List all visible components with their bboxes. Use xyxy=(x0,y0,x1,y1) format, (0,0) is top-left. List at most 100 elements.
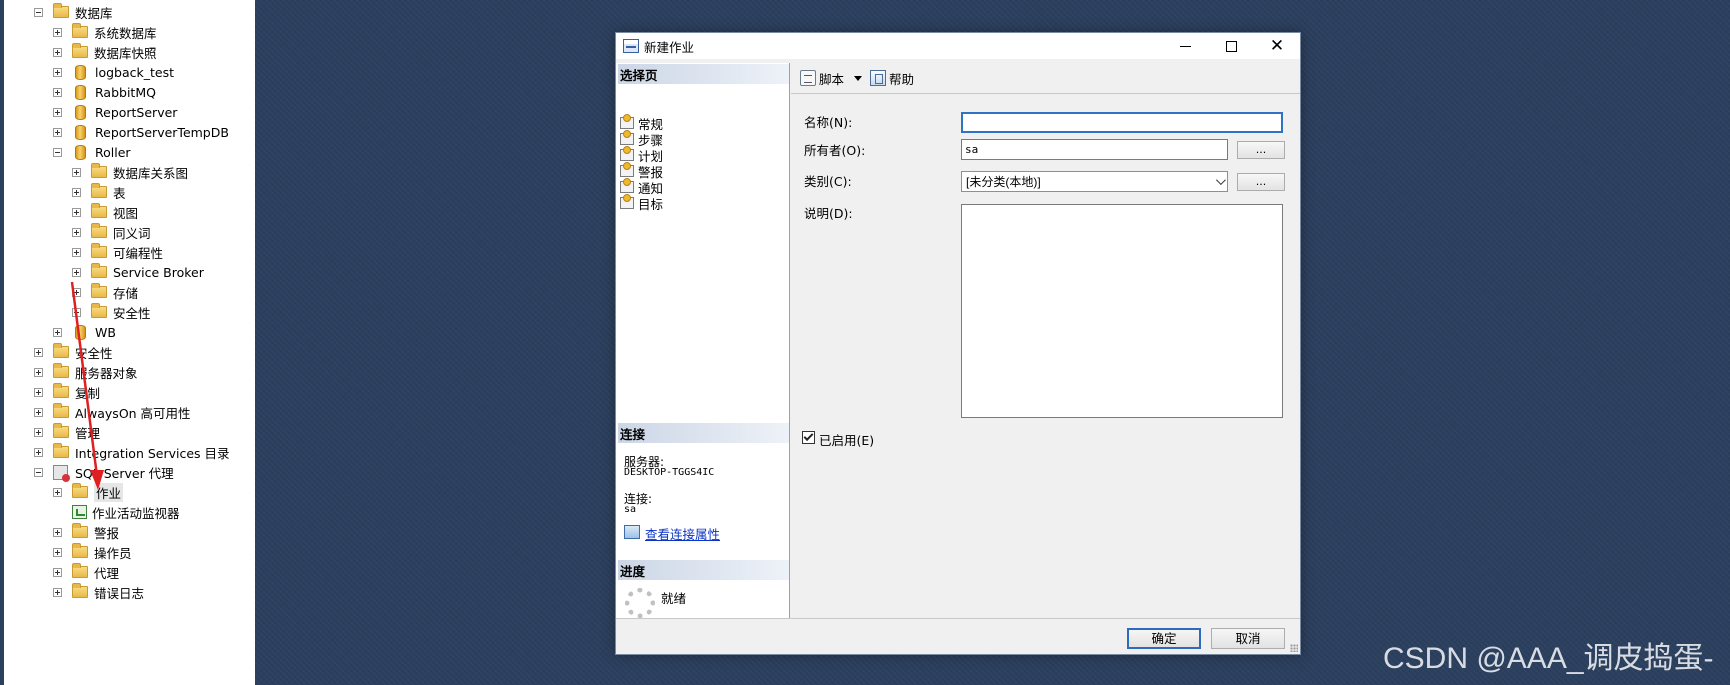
tree-node[interactable]: SQL Server 代理 xyxy=(34,462,174,482)
tree-node[interactable]: 表 xyxy=(72,182,126,202)
tree-node-label[interactable]: 系统数据库 xyxy=(94,23,157,42)
tree-node-label[interactable]: 服务器对象 xyxy=(75,363,138,382)
tree-node[interactable]: 复制 xyxy=(34,382,100,402)
tree-node[interactable]: AlwaysOn 高可用性 xyxy=(34,402,191,422)
tree-node-label[interactable]: 管理 xyxy=(75,423,100,442)
expand-icon[interactable] xyxy=(53,547,62,557)
help-icon[interactable] xyxy=(870,70,887,86)
tree-node-label[interactable]: AlwaysOn 高可用性 xyxy=(75,403,191,422)
tree-node[interactable]: 警报 xyxy=(53,522,119,542)
tree-node-label[interactable]: 代理 xyxy=(94,563,119,582)
dialog-titlebar[interactable]: 新建作业 ✕ xyxy=(616,33,1300,59)
expand-icon[interactable] xyxy=(34,427,43,437)
page-list-item[interactable]: 目标 xyxy=(620,194,663,213)
tree-node-label[interactable]: WB xyxy=(95,325,116,340)
expand-icon[interactable] xyxy=(72,247,81,257)
tree-node-label[interactable]: logback_test xyxy=(95,65,174,80)
expand-icon[interactable] xyxy=(53,587,62,597)
tree-node[interactable]: Roller xyxy=(53,142,131,162)
category-browse-button[interactable]: ... xyxy=(1237,173,1285,191)
expand-icon[interactable] xyxy=(34,447,43,457)
tree-node-label[interactable]: 操作员 xyxy=(94,543,132,562)
script-icon[interactable] xyxy=(800,70,816,86)
script-dropdown-arrow-icon[interactable] xyxy=(854,75,863,81)
collapse-icon[interactable] xyxy=(34,7,43,17)
tree-node-label[interactable]: 存储 xyxy=(113,283,138,302)
tree-node-label[interactable]: 安全性 xyxy=(113,303,151,322)
tree-node[interactable]: 系统数据库 xyxy=(53,22,157,42)
name-input[interactable] xyxy=(961,112,1283,133)
tree-node[interactable]: 存储 xyxy=(72,282,138,302)
expand-icon[interactable] xyxy=(53,127,62,137)
tree-node-label[interactable]: 表 xyxy=(113,183,126,202)
tree-node[interactable]: 可编程性 xyxy=(72,242,163,262)
tree-node[interactable]: 安全性 xyxy=(34,342,113,362)
expand-icon[interactable] xyxy=(53,327,62,337)
resize-grip-icon[interactable] xyxy=(1290,644,1298,652)
ok-button[interactable]: 确定 xyxy=(1127,628,1201,649)
expand-icon[interactable] xyxy=(53,567,62,577)
view-connection-properties-link[interactable]: 查看连接属性 xyxy=(645,524,720,543)
tree-node-label[interactable]: 作业活动监视器 xyxy=(92,503,180,522)
expand-icon[interactable] xyxy=(34,407,43,417)
tree-node[interactable]: RabbitMQ xyxy=(53,82,156,102)
tree-node[interactable]: 视图 xyxy=(72,202,138,222)
tree-node-label[interactable]: 复制 xyxy=(75,383,100,402)
tree-node[interactable]: 操作员 xyxy=(53,542,132,562)
maximize-button[interactable] xyxy=(1208,33,1254,59)
tree-node[interactable]: 数据库关系图 xyxy=(72,162,188,182)
expand-icon[interactable] xyxy=(72,287,81,297)
script-button[interactable]: 脚本 xyxy=(819,69,844,88)
expand-icon[interactable] xyxy=(53,67,62,77)
tree-node-label[interactable]: Service Broker xyxy=(113,265,204,280)
tree-node-label[interactable]: ReportServerTempDB xyxy=(95,125,229,140)
tree-node-label[interactable]: 数据库快照 xyxy=(94,43,157,62)
expand-icon[interactable] xyxy=(53,47,62,57)
minimize-button[interactable] xyxy=(1162,33,1208,59)
category-select[interactable]: [未分类(本地)] xyxy=(961,171,1228,192)
tree-node[interactable]: 数据库 xyxy=(34,2,113,22)
tree-node-label[interactable]: ReportServer xyxy=(95,105,177,120)
tree-node-label[interactable]: RabbitMQ xyxy=(95,85,156,100)
description-textarea[interactable] xyxy=(961,204,1283,418)
tree-node[interactable]: ReportServer xyxy=(53,102,177,122)
owner-input[interactable]: sa xyxy=(961,139,1228,160)
expand-icon[interactable] xyxy=(53,87,62,97)
tree-node-label[interactable]: 错误日志 xyxy=(94,583,144,602)
enabled-checkbox[interactable] xyxy=(802,431,815,444)
enabled-label[interactable]: 已启用(E) xyxy=(819,430,874,449)
collapse-icon[interactable] xyxy=(34,467,43,477)
tree-node-label[interactable]: 同义词 xyxy=(113,223,151,242)
expand-icon[interactable] xyxy=(72,187,81,197)
expand-icon[interactable] xyxy=(53,27,62,37)
page-list-label[interactable]: 目标 xyxy=(638,194,663,213)
tree-node-label[interactable]: 数据库 xyxy=(75,3,113,22)
tree-node-label[interactable]: 视图 xyxy=(113,203,138,222)
cancel-button[interactable]: 取消 xyxy=(1211,628,1285,649)
expand-icon[interactable] xyxy=(34,347,43,357)
help-button[interactable]: 帮助 xyxy=(889,69,914,88)
tree-node[interactable]: 错误日志 xyxy=(53,582,144,602)
expand-icon[interactable] xyxy=(72,267,81,277)
close-button[interactable]: ✕ xyxy=(1254,33,1300,59)
tree-node-label[interactable]: 安全性 xyxy=(75,343,113,362)
tree-node[interactable]: 作业 xyxy=(53,482,124,502)
tree-node-label[interactable]: 可编程性 xyxy=(113,243,163,262)
expand-icon[interactable] xyxy=(53,487,62,497)
tree-node[interactable]: 数据库快照 xyxy=(53,42,157,62)
tree-node[interactable]: 代理 xyxy=(53,562,119,582)
tree-node[interactable]: 服务器对象 xyxy=(34,362,138,382)
expand-icon[interactable] xyxy=(53,527,62,537)
tree-node[interactable]: 作业活动监视器 xyxy=(53,502,180,522)
tree-node-label[interactable]: 数据库关系图 xyxy=(113,163,188,182)
tree-node[interactable]: Integration Services 目录 xyxy=(34,442,230,462)
expand-icon[interactable] xyxy=(34,367,43,377)
owner-browse-button[interactable]: ... xyxy=(1237,141,1285,159)
expand-icon[interactable] xyxy=(72,227,81,237)
tree-node-label[interactable]: 警报 xyxy=(94,523,119,542)
tree-node[interactable]: ReportServerTempDB xyxy=(53,122,229,142)
tree-node-label[interactable]: Roller xyxy=(95,145,131,160)
expand-icon[interactable] xyxy=(34,387,43,397)
collapse-icon[interactable] xyxy=(53,147,62,157)
tree-node[interactable]: logback_test xyxy=(53,62,174,82)
